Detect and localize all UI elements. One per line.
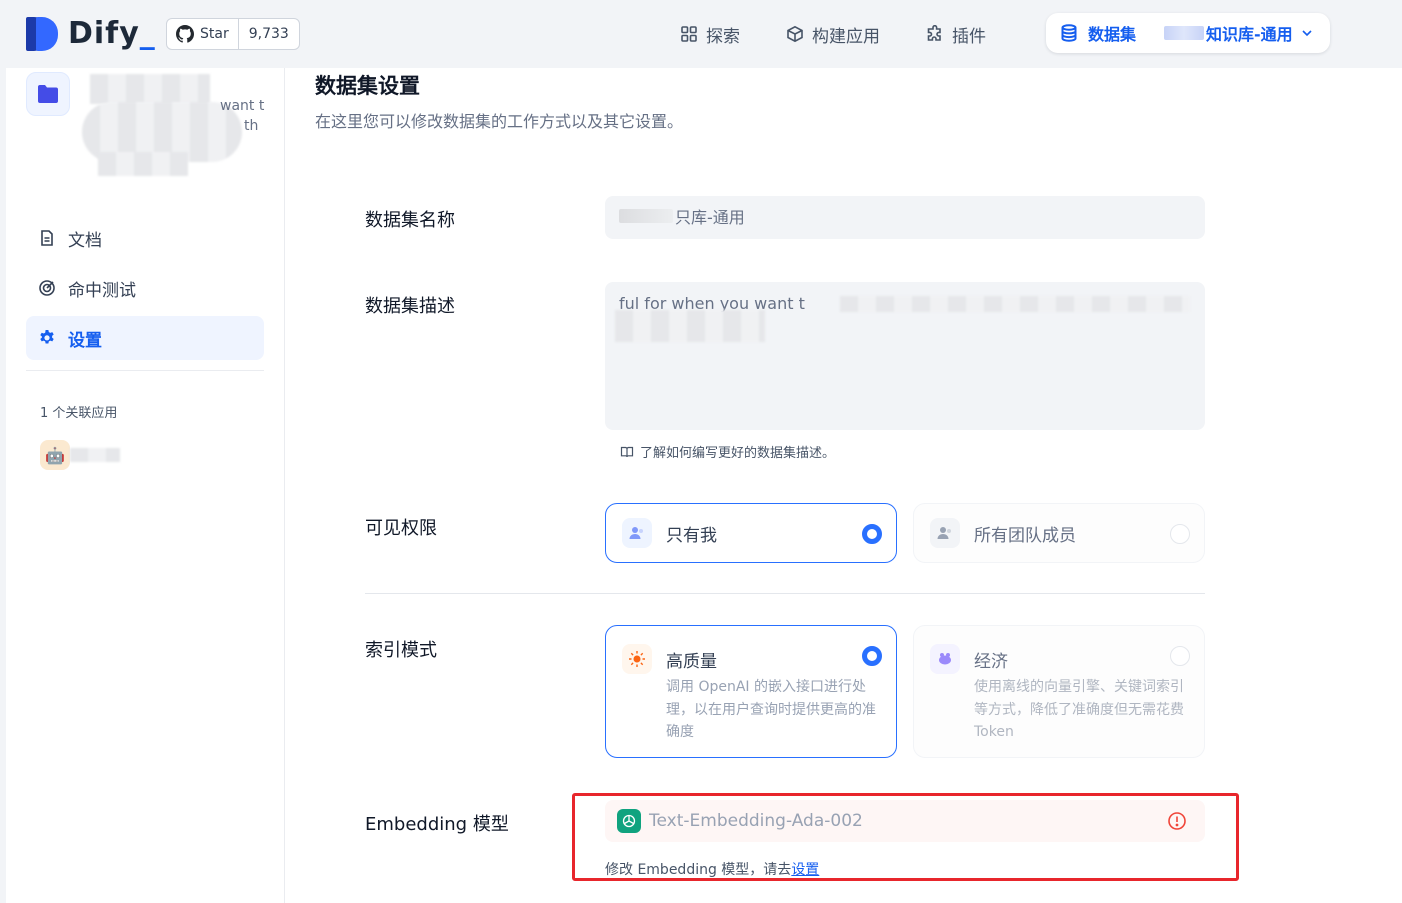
github-icon bbox=[176, 25, 194, 43]
visibility-all-members-label: 所有团队成员 bbox=[974, 525, 1076, 546]
nav-datasets-label: 数据集 bbox=[1088, 25, 1137, 44]
target-icon bbox=[38, 279, 56, 297]
redacted-dataset-desc-2 bbox=[98, 152, 188, 176]
team-icon bbox=[930, 518, 960, 548]
database-icon bbox=[1060, 24, 1078, 42]
index-option-high-quality[interactable]: 高质量 调用 OpenAI 的嵌入接口进行处理，以在用户查询时提供更高的准确度 bbox=[605, 625, 897, 758]
dataset-name-label: 数据集名称 bbox=[365, 210, 455, 231]
page-title: 数据集设置 bbox=[315, 74, 420, 98]
logo-text: Dify_ bbox=[68, 16, 156, 51]
chevron-down-icon[interactable] bbox=[1301, 27, 1313, 39]
visibility-only-me-label: 只有我 bbox=[666, 525, 717, 546]
dataset-name-value: 只库-通用 bbox=[675, 208, 745, 227]
embedding-model-label: Embedding 模型 bbox=[365, 814, 509, 835]
redacted-text bbox=[1164, 26, 1205, 40]
radio-unselected[interactable] bbox=[1170, 524, 1190, 544]
sidebar-item-hit-testing[interactable]: 命中测试 bbox=[26, 266, 264, 310]
nav-build-apps[interactable]: 构建应用 bbox=[786, 22, 880, 47]
github-star-button[interactable]: Star bbox=[167, 19, 239, 49]
index-high-quality-desc: 调用 OpenAI 的嵌入接口进行处理，以在用户查询时提供更高的准确度 bbox=[666, 679, 876, 740]
user-icon bbox=[622, 518, 652, 548]
redacted-text bbox=[619, 209, 673, 223]
nav-explore[interactable]: 探索 bbox=[680, 22, 740, 47]
highlight-annotation-box bbox=[572, 793, 1239, 881]
redacted-desc-text bbox=[840, 296, 1190, 312]
sidebar-item-documents-label: 文档 bbox=[68, 230, 102, 251]
section-divider bbox=[365, 593, 1205, 594]
sidebar-item-hit-testing-label: 命中测试 bbox=[68, 280, 136, 301]
visibility-option-all-members[interactable]: 所有团队成员 bbox=[913, 503, 1205, 563]
radio-selected[interactable] bbox=[862, 524, 882, 544]
radio-unselected[interactable] bbox=[1170, 646, 1190, 666]
github-star-label: Star bbox=[200, 26, 229, 42]
index-economy-label: 经济 bbox=[974, 651, 1008, 672]
grid-icon bbox=[680, 25, 698, 43]
redacted-dataset-name bbox=[90, 74, 210, 104]
sidebar-divider bbox=[26, 370, 264, 371]
document-icon bbox=[38, 229, 56, 247]
redacted-app-name bbox=[70, 448, 120, 462]
puzzle-icon bbox=[926, 25, 944, 43]
desc-help-text: 了解如何编写更好的数据集描述。 bbox=[640, 446, 836, 461]
sidebar-nav: 文档 命中测试 设置 bbox=[26, 216, 264, 366]
visibility-option-only-me[interactable]: 只有我 bbox=[605, 503, 897, 563]
visibility-label: 可见权限 bbox=[365, 518, 437, 539]
sidebar-desc-fragment-2: th bbox=[244, 118, 259, 134]
app-avatar[interactable]: 🤖 bbox=[40, 440, 70, 470]
nav-explore-label: 探索 bbox=[706, 26, 740, 47]
radio-selected[interactable] bbox=[862, 646, 882, 666]
dify-logo[interactable]: Dify_ bbox=[26, 16, 156, 51]
nav-plugins[interactable]: 插件 bbox=[926, 22, 986, 47]
sidebar-item-settings[interactable]: 设置 bbox=[26, 316, 264, 360]
dataset-desc-label: 数据集描述 bbox=[365, 296, 455, 317]
page-subtitle: 在这里您可以修改数据集的工作方式以及其它设置。 bbox=[315, 112, 684, 131]
dataset-sidebar: want t th 文档 命中测试 设置 1 个关联应用 🤖 bbox=[6, 68, 285, 903]
desc-help-link[interactable]: 了解如何编写更好的数据集描述。 bbox=[620, 442, 835, 461]
book-icon bbox=[620, 445, 634, 459]
sidebar-item-settings-label: 设置 bbox=[68, 330, 102, 351]
dataset-switcher-name[interactable]: 知识库-通用 bbox=[1206, 21, 1293, 45]
redacted-desc-text-2 bbox=[615, 310, 765, 342]
index-option-economy[interactable]: 经济 使用离线的向量引擎、关键词索引等方式，降低了准确度但无需花费 Token bbox=[913, 625, 1205, 758]
main-nav: 探索 构建应用 插件 bbox=[680, 14, 1032, 54]
nav-build-apps-label: 构建应用 bbox=[812, 26, 880, 47]
piggy-bank-icon bbox=[930, 644, 960, 674]
sidebar-item-documents[interactable]: 文档 bbox=[26, 216, 264, 260]
folder-icon bbox=[26, 72, 70, 116]
nav-plugins-label: 插件 bbox=[952, 26, 986, 47]
nav-datasets-active[interactable]: 数据集 知识库-通用 bbox=[1046, 13, 1330, 53]
top-header: Dify_ Star 9,733 探索 构建应用 插件 数据集 知识库-通用 bbox=[0, 0, 1402, 68]
index-high-quality-label: 高质量 bbox=[666, 651, 717, 672]
github-star-count[interactable]: 9,733 bbox=[239, 19, 299, 49]
sidebar-desc-fragment: want t bbox=[220, 98, 265, 114]
index-mode-label: 索引模式 bbox=[365, 640, 437, 661]
gear-icon bbox=[38, 329, 56, 347]
cube-icon bbox=[786, 25, 804, 43]
index-economy-desc: 使用离线的向量引擎、关键词索引等方式，降低了准确度但无需花费 Token bbox=[974, 679, 1184, 740]
sun-icon bbox=[622, 644, 652, 674]
related-apps-count: 1 个关联应用 bbox=[40, 406, 118, 421]
github-star-widget[interactable]: Star 9,733 bbox=[166, 18, 300, 50]
dify-logo-mark bbox=[26, 16, 60, 51]
dataset-name-input[interactable]: 只库-通用 bbox=[605, 196, 1205, 239]
